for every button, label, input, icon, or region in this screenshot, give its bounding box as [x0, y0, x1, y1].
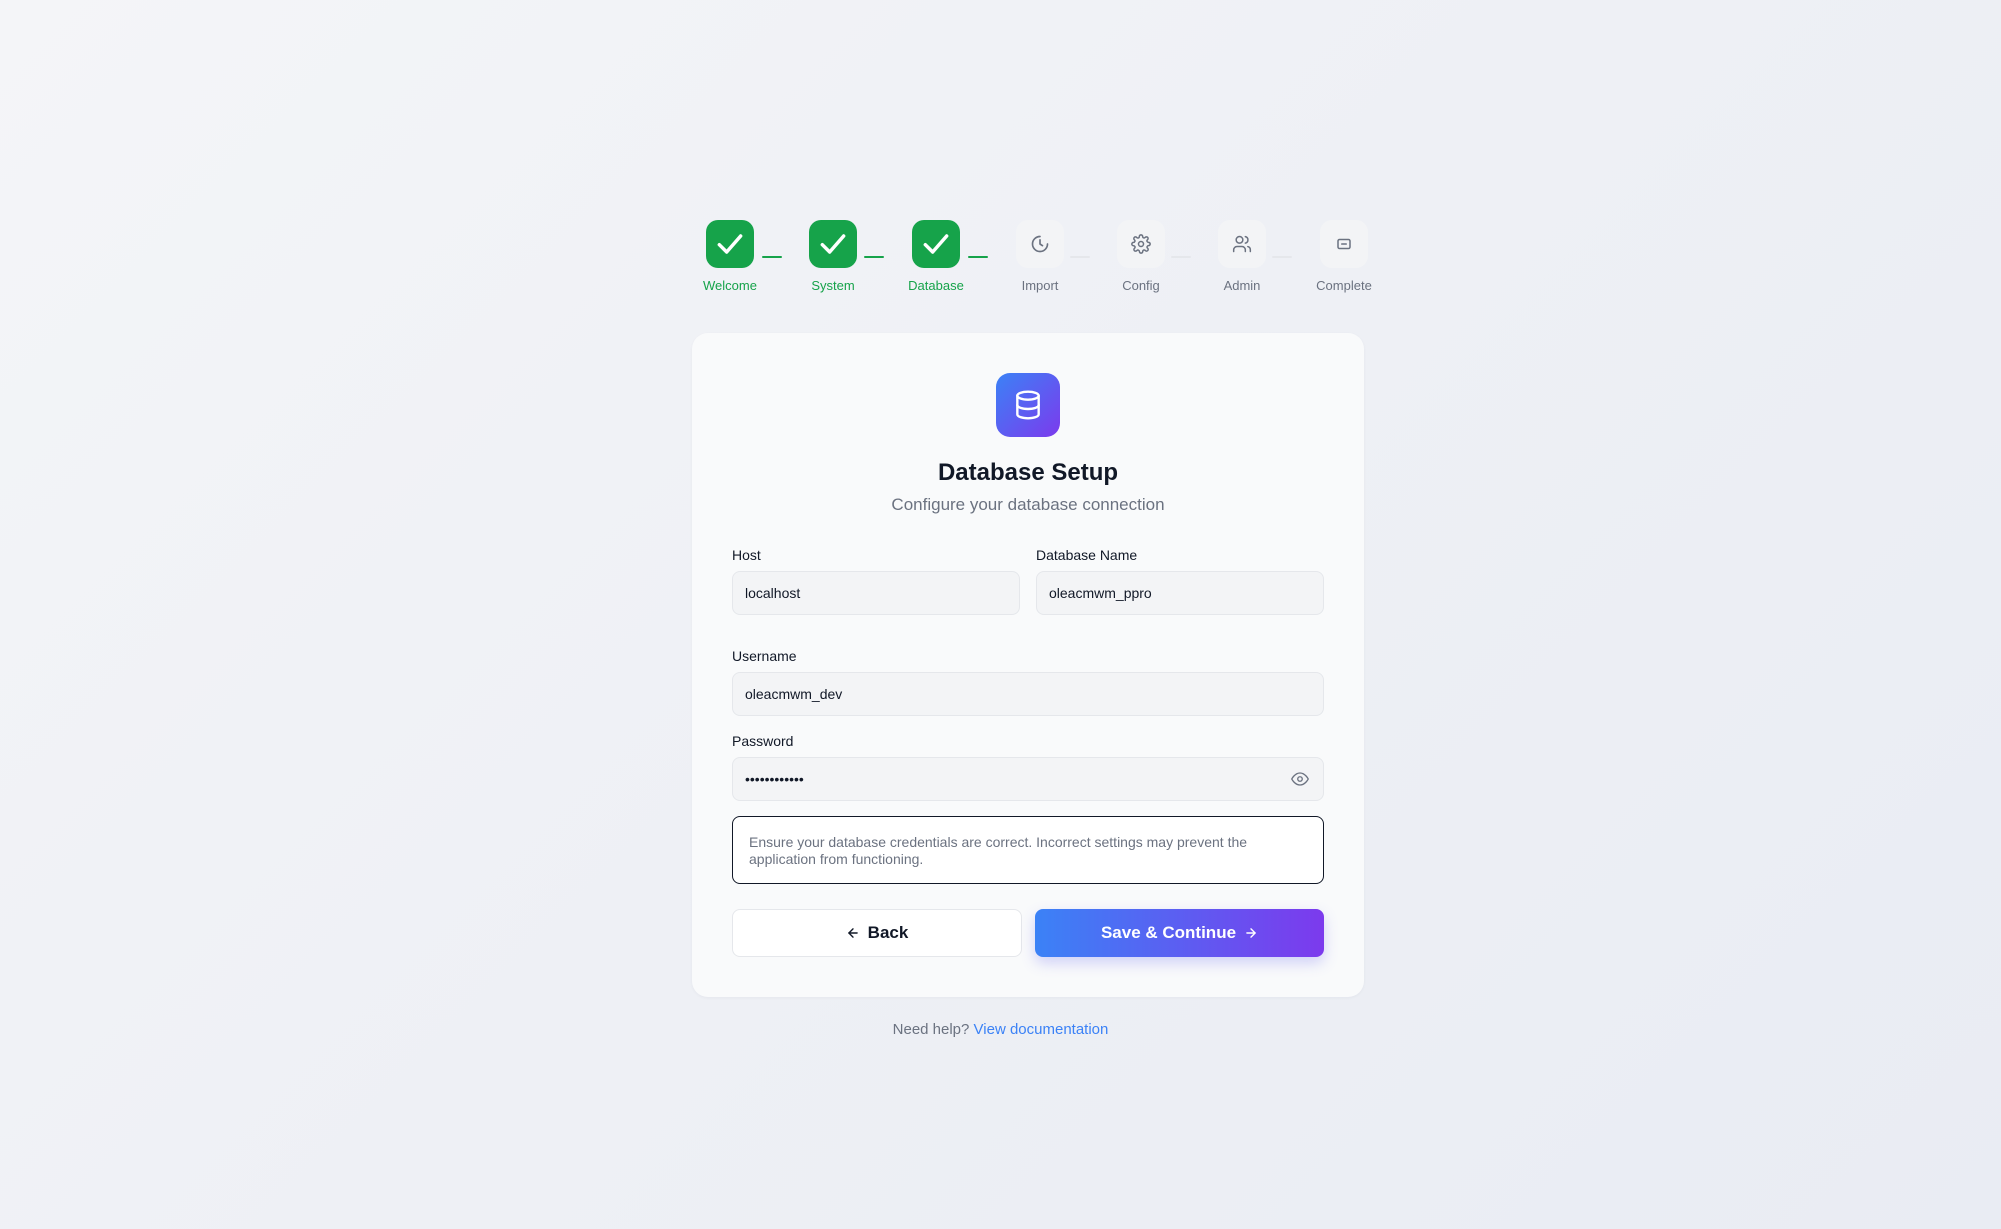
- arrow-right-icon: [1246, 928, 1256, 938]
- host-input[interactable]: [732, 571, 1020, 615]
- database-setup-card: Database Setup Configure your database c…: [692, 333, 1364, 997]
- step-database: Database: [896, 220, 976, 294]
- host-label: Host: [732, 547, 761, 563]
- step-config: Config: [1101, 220, 1181, 294]
- database-name-input[interactable]: [1036, 571, 1324, 615]
- setup-page: Welcome System Database Import Config Ad…: [0, 0, 2001, 1229]
- back-button-label: Back: [867, 923, 909, 942]
- help-prompt: Need help?: [892, 1021, 970, 1038]
- step-complete: Complete: [1304, 220, 1384, 294]
- check-icon: [706, 220, 754, 268]
- database-icon: [996, 373, 1060, 437]
- clock-icon: [1016, 220, 1064, 268]
- check-icon: [912, 220, 960, 268]
- step-label: Welcome: [703, 278, 757, 293]
- step-label: System: [811, 278, 855, 293]
- step-label: Admin: [1223, 278, 1261, 293]
- help-footer: Need help? View documentation: [0, 1021, 2001, 1039]
- step-label: Import: [1021, 278, 1059, 293]
- step-label: Config: [1122, 278, 1160, 293]
- step-import: Import: [1000, 220, 1080, 294]
- step-welcome: Welcome: [690, 220, 770, 294]
- setup-stepper: Welcome System Database Import Config Ad…: [690, 220, 1372, 300]
- step-connector: [968, 256, 988, 258]
- step-system: System: [793, 220, 873, 294]
- check-icon: [809, 220, 857, 268]
- step-connector: [762, 256, 782, 258]
- step-label: Database: [908, 278, 964, 293]
- eye-icon[interactable]: [1288, 767, 1312, 791]
- password-input[interactable]: [732, 757, 1324, 801]
- users-icon: [1218, 220, 1266, 268]
- step-connector: [1171, 256, 1191, 258]
- username-input[interactable]: [732, 672, 1324, 716]
- documentation-link[interactable]: View documentation: [974, 1021, 1109, 1038]
- back-button[interactable]: Back: [732, 909, 1022, 957]
- step-label: Complete: [1316, 278, 1372, 293]
- username-label: Username: [732, 648, 797, 664]
- page-subtitle: Configure your database connection: [891, 495, 1165, 514]
- flag-icon: [1320, 220, 1368, 268]
- page-title: Database Setup: [937, 459, 1119, 486]
- credentials-notice: Ensure your database credentials are cor…: [732, 816, 1324, 884]
- gear-icon: [1117, 220, 1165, 268]
- save-continue-button[interactable]: Save & Continue: [1035, 909, 1324, 957]
- save-button-label: Save & Continue: [1100, 923, 1237, 942]
- database-name-label: Database Name: [1036, 547, 1138, 563]
- step-admin: Admin: [1202, 220, 1282, 294]
- step-connector: [1070, 256, 1090, 258]
- step-connector: [1272, 256, 1292, 258]
- step-connector: [864, 256, 884, 258]
- password-label: Password: [732, 733, 794, 749]
- arrow-left-icon: [847, 928, 858, 938]
